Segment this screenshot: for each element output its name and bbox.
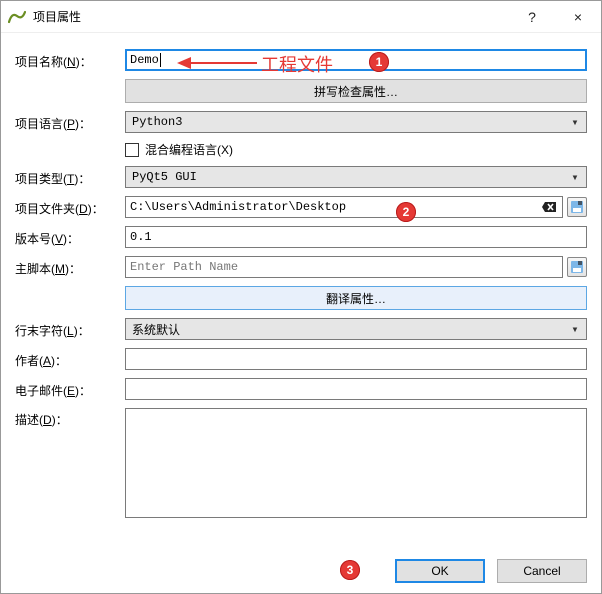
clear-input-icon[interactable] [540, 199, 558, 215]
app-icon [7, 7, 27, 27]
project-folder-input[interactable]: C:\Users\Administrator\Desktop [125, 196, 563, 218]
description-label: 描述(D)： [15, 408, 125, 428]
email-label: 电子邮件(E)： [15, 379, 125, 399]
language-label: 项目语言(P)： [15, 112, 125, 132]
help-button[interactable]: ? [509, 1, 555, 33]
project-folder-value: C:\Users\Administrator\Desktop [130, 200, 540, 214]
version-input[interactable] [125, 226, 587, 248]
browse-folder-button[interactable] [567, 197, 587, 217]
mixed-language-checkbox[interactable]: 混合编程语言(X) [125, 141, 233, 158]
author-input[interactable] [125, 348, 587, 370]
author-label: 作者(A)： [15, 349, 125, 369]
folder-label: 项目文件夹(D)： [15, 197, 125, 217]
email-input[interactable] [125, 378, 587, 400]
titlebar: 项目属性 ? × [1, 1, 601, 33]
type-label: 项目类型(T)： [15, 167, 125, 187]
close-button[interactable]: × [555, 1, 601, 33]
translation-properties-button[interactable]: 翻译属性… [125, 286, 587, 310]
eol-value: 系统默认 [132, 321, 568, 338]
eol-select[interactable]: 系统默认 ▾ [125, 318, 587, 340]
content-area: 项目名称(N)： Demo 拼写检查属性… 项目语言(P)： Python3 ▾ [1, 33, 601, 518]
project-name-input[interactable]: Demo [125, 49, 587, 71]
description-textarea[interactable] [125, 408, 587, 518]
mainscript-label: 主脚本(M)： [15, 257, 125, 277]
eol-label: 行末字符(L)： [15, 319, 125, 339]
checkbox-box-icon [125, 143, 139, 157]
annotation-badge-3: 3 [340, 560, 360, 580]
browse-script-button[interactable] [567, 257, 587, 277]
spellcheck-properties-button[interactable]: 拼写检查属性… [125, 79, 587, 103]
project-type-value: PyQt5 GUI [132, 170, 568, 184]
project-type-select[interactable]: PyQt5 GUI ▾ [125, 166, 587, 188]
window-title: 项目属性 [33, 8, 509, 25]
dialog-footer: OK Cancel [395, 559, 587, 583]
cancel-button[interactable]: Cancel [497, 559, 587, 583]
name-label: 项目名称(N)： [15, 50, 125, 70]
mixed-language-label: 混合编程语言(X) [145, 141, 233, 158]
chevron-down-icon: ▾ [568, 115, 582, 130]
project-language-select[interactable]: Python3 ▾ [125, 111, 587, 133]
main-script-input[interactable] [125, 256, 563, 278]
chevron-down-icon: ▾ [568, 170, 582, 185]
project-language-value: Python3 [132, 115, 568, 129]
project-name-value: Demo [130, 53, 159, 67]
ok-button[interactable]: OK [395, 559, 485, 583]
chevron-down-icon: ▾ [568, 322, 582, 337]
version-label: 版本号(V)： [15, 227, 125, 247]
